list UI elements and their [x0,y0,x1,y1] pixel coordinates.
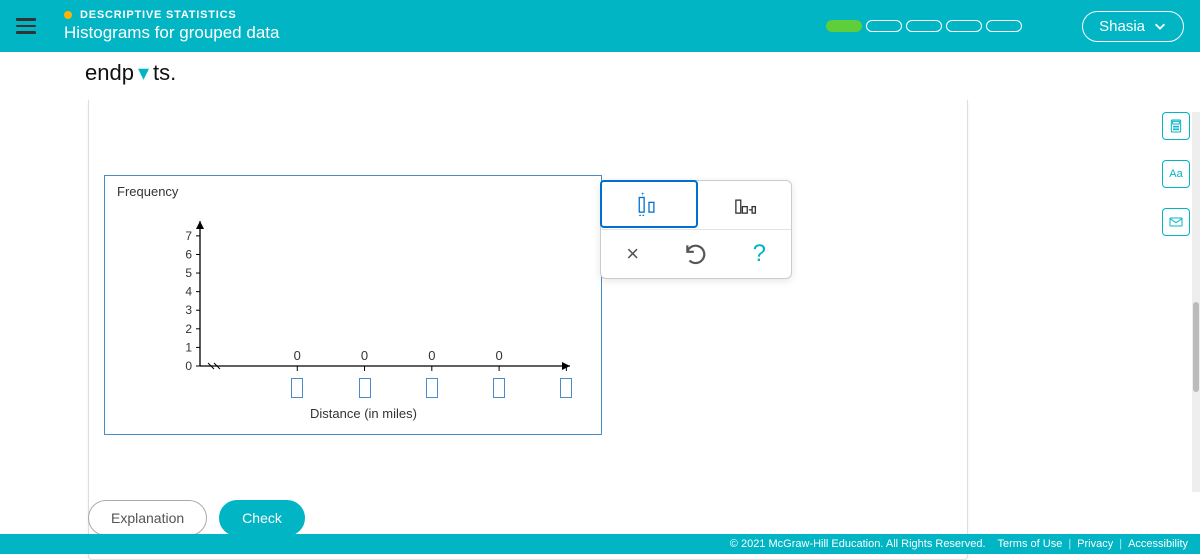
x-tick-input[interactable] [560,378,572,398]
x-tick-input[interactable] [493,378,505,398]
close-tool[interactable]: × [601,230,664,278]
topic-title: Histograms for grouped data [64,23,826,43]
help-tool[interactable]: ? [728,230,791,278]
right-rail: Aa [1162,112,1190,236]
y-axis-label: Frequency [117,184,178,199]
svg-text:0: 0 [185,359,192,373]
menu-icon[interactable] [16,18,36,34]
x-tick-input[interactable] [359,378,371,398]
adjust-bar-tool[interactable] [697,181,791,229]
mail-icon [1168,214,1184,230]
x-tick-input[interactable] [291,378,303,398]
calculator-icon [1168,118,1184,134]
svg-text:4: 4 [185,285,192,299]
user-name: Shasia [1099,18,1145,35]
footer: © 2021 McGraw-Hill Education. All Rights… [0,534,1200,554]
x-axis-label: Distance (in miles) [310,406,417,421]
chevron-down-icon: ▾ [138,60,149,85]
user-menu[interactable]: Shasia [1082,11,1184,42]
calculator-button[interactable] [1162,112,1190,140]
tool-panel: + × ? [600,180,792,279]
svg-text:0: 0 [361,348,368,363]
svg-text:+: + [641,191,645,198]
scrollbar[interactable] [1192,112,1200,492]
x-tick-input[interactable] [426,378,438,398]
chevron-down-icon [1153,19,1167,33]
histogram-chart[interactable]: Frequency 0 1 2 3 4 5 6 7 0 0 0 0 Distance (in mile… [104,175,602,435]
svg-text:1: 1 [185,340,192,354]
work-area: Frequency 0 1 2 3 4 5 6 7 0 0 0 0 Distance (in mile… [88,100,968,560]
category-label: DESCRIPTIVE STATISTICS [64,9,826,21]
progress-indicator [826,20,1022,32]
svg-text:2: 2 [185,322,192,336]
messages-button[interactable] [1162,208,1190,236]
svg-text:6: 6 [185,247,192,261]
explanation-button[interactable]: Explanation [88,500,207,536]
svg-text:7: 7 [185,229,192,243]
font-size-button[interactable]: Aa [1162,160,1190,188]
footer-terms[interactable]: Terms of Use [998,538,1063,550]
reset-tool[interactable] [664,230,727,278]
footer-privacy[interactable]: Privacy [1077,538,1113,550]
insert-bar-tool[interactable]: + [600,180,698,228]
svg-text:0: 0 [294,348,301,363]
app-header: DESCRIPTIVE STATISTICS Histograms for gr… [0,0,1200,52]
check-button[interactable]: Check [219,500,305,536]
svg-text:3: 3 [185,303,192,317]
reset-icon [683,241,709,267]
svg-text:5: 5 [185,266,192,280]
footer-copyright: © 2021 McGraw-Hill Education. All Rights… [730,538,986,550]
svg-text:0: 0 [495,348,502,363]
footer-accessibility[interactable]: Accessibility [1128,538,1188,550]
instruction-fragment: endp▾ts. [85,60,176,86]
chart-svg: 0 1 2 3 4 5 6 7 0 0 0 0 [170,216,590,401]
svg-text:0: 0 [428,348,435,363]
